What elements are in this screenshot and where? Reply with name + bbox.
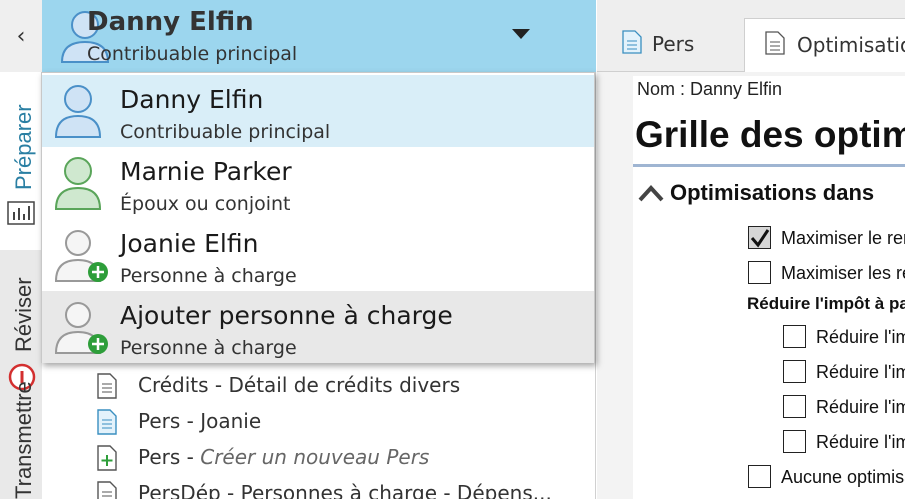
dropdown-item-name: Marnie Parker xyxy=(120,157,292,186)
checkbox-reduire-3[interactable] xyxy=(783,395,806,418)
document-blue-icon xyxy=(622,30,642,54)
chart-icon xyxy=(7,201,35,225)
document-icon xyxy=(97,481,117,499)
person-add-icon xyxy=(54,230,108,282)
file-item-label: Pers - Joanie xyxy=(138,409,262,433)
file-item-label: PersDép - Personnes à charge - Dépens... xyxy=(138,481,552,499)
collapse-sidebar-button[interactable]: ‹ xyxy=(0,0,42,72)
dropdown-item-name: Danny Elfin xyxy=(120,85,264,114)
file-item-persdep[interactable]: PersDép - Personnes à charge - Dépens... xyxy=(92,476,592,499)
person-blue-icon xyxy=(54,85,102,138)
section-heading: Optimisations dans xyxy=(670,180,875,205)
page-title: Grille des optimisations xyxy=(635,114,905,155)
person-dropdown: Danny Elfin Contribuable principal Marni… xyxy=(41,72,595,363)
tab-transmettre-label[interactable]: Transmettre xyxy=(11,381,37,499)
checkbox-reduire-4[interactable] xyxy=(783,430,806,453)
person-green-icon xyxy=(54,157,102,210)
selected-person-name: Danny Elfin xyxy=(87,7,254,37)
checkbox-label: Réduire l'impôt xyxy=(816,432,905,452)
document-icon xyxy=(97,373,117,399)
dropdown-item-role: Personne à charge xyxy=(120,337,297,359)
file-item-new-pers[interactable]: Pers - Créer un nouveau Pers xyxy=(92,440,592,476)
tab-pers[interactable]: Pers xyxy=(622,18,742,72)
file-item-credits[interactable]: Crédits - Détail de crédits divers xyxy=(92,368,592,404)
checkbox-aucune[interactable] xyxy=(748,465,771,488)
chevron-down-icon[interactable] xyxy=(512,29,530,39)
checkbox-label: Réduire l'impôt xyxy=(816,397,905,417)
document-add-icon xyxy=(97,445,117,471)
document-blue-icon xyxy=(97,409,117,435)
file-item-label: Pers - Créer un nouveau Pers xyxy=(138,445,430,469)
file-item-action: Créer un nouveau Pers xyxy=(200,445,430,469)
tab-reviser-label[interactable]: Réviser xyxy=(11,277,37,352)
taxpayer-name-line: Nom : Danny Elfin xyxy=(637,79,783,99)
dropdown-item-joanie[interactable]: Joanie Elfin Personne à charge xyxy=(42,219,594,291)
checkbox-maximiser-2[interactable] xyxy=(748,261,771,284)
file-item-label: Crédits - Détail de crédits divers xyxy=(138,373,461,397)
checkbox-label: Maximiser les remboursements xyxy=(781,263,905,283)
person-add-icon xyxy=(54,302,108,354)
dropdown-item-add-dependent[interactable]: Ajouter personne à charge Personne à cha… xyxy=(42,291,594,363)
checkbox-reduire-1[interactable] xyxy=(783,325,806,348)
dropdown-item-role: Époux ou conjoint xyxy=(120,193,291,215)
checkmark-icon xyxy=(750,229,770,248)
chevron-left-icon: ‹ xyxy=(16,23,26,49)
checkbox-maximiser-1[interactable] xyxy=(748,226,771,249)
tab-preparer-label[interactable]: Préparer xyxy=(11,104,37,190)
checkbox-label: Maximiser le remboursement xyxy=(781,228,905,248)
file-item-pers-joanie[interactable]: Pers - Joanie xyxy=(92,404,592,440)
document-icon xyxy=(765,31,785,55)
dropdown-item-marnie[interactable]: Marnie Parker Époux ou conjoint xyxy=(42,147,594,219)
tab-optimisation[interactable]: Optimisation xyxy=(744,18,905,72)
dropdown-item-name: Ajouter personne à charge xyxy=(120,301,453,330)
optimisation-form: Nom : Danny Elfin Grille des optimisatio… xyxy=(633,76,905,499)
subsection-heading: Réduire l'impôt à payer xyxy=(747,294,905,313)
tab-label: Pers xyxy=(652,32,695,56)
checkbox-label: Réduire l'impôt xyxy=(816,362,905,382)
dropdown-item-danny[interactable]: Danny Elfin Contribuable principal xyxy=(42,75,594,147)
checkbox-reduire-2[interactable] xyxy=(783,360,806,383)
checkbox-label: Réduire l'impôt xyxy=(816,327,905,347)
selected-person-role: Contribuable principal xyxy=(87,43,298,65)
chevron-up-icon[interactable] xyxy=(637,182,665,204)
dropdown-item-name: Joanie Elfin xyxy=(120,229,259,258)
checkbox-label: Aucune optimisation xyxy=(781,467,905,487)
tab-label: Optimisation xyxy=(797,33,905,57)
title-divider xyxy=(633,164,905,167)
dropdown-item-role: Contribuable principal xyxy=(120,121,331,143)
dropdown-item-role: Personne à charge xyxy=(120,265,297,287)
